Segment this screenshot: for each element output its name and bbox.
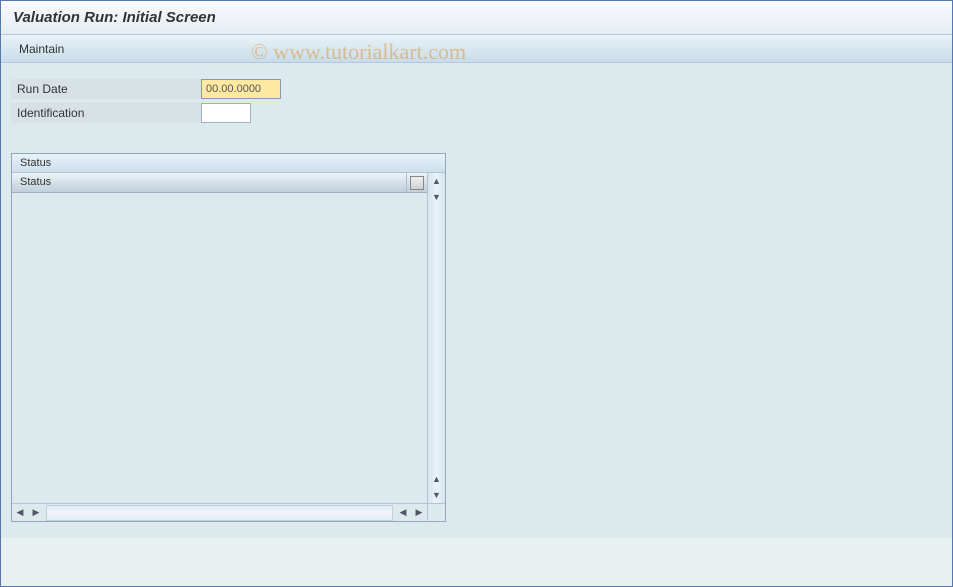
maintain-button[interactable]: Maintain — [13, 40, 70, 58]
vertical-scrollbar[interactable]: ▲ ▼ ▲ ▼ — [427, 173, 445, 503]
title-bar: Valuation Run: Initial Screen — [1, 1, 952, 35]
scroll-right-icon[interactable]: ▶ — [28, 505, 44, 521]
scroll-down-bottom-icon[interactable]: ▼ — [429, 487, 445, 503]
run-date-row: Run Date — [11, 79, 942, 99]
status-panel-body: Status ▲ ▼ ▲ ▼ — [12, 173, 445, 503]
status-column-header[interactable]: Status — [12, 173, 407, 192]
page-title: Valuation Run: Initial Screen — [13, 9, 940, 26]
identification-label: Identification — [11, 103, 201, 123]
application-toolbar: Maintain — [1, 35, 952, 63]
column-header-row: Status — [12, 173, 427, 193]
scroll-up-bottom-icon[interactable]: ▲ — [429, 471, 445, 487]
identification-input[interactable] — [201, 103, 251, 123]
status-panel: Status Status ▲ ▼ ▲ ▼ ◀ ▶ — [11, 153, 446, 522]
identification-row: Identification — [11, 103, 942, 123]
run-date-input[interactable] — [201, 79, 281, 99]
scroll-right-end-icon[interactable]: ▶ — [411, 505, 427, 521]
scroll-down-icon[interactable]: ▼ — [429, 189, 445, 205]
select-all-column[interactable] — [407, 173, 427, 192]
horizontal-scrollbar[interactable]: ◀ ▶ ◀ ▶ — [12, 503, 445, 521]
scroll-left-end-icon[interactable]: ◀ — [395, 505, 411, 521]
scroll-up-icon[interactable]: ▲ — [429, 173, 445, 189]
content-area: Run Date Identification Status Status ▲ … — [1, 63, 952, 538]
hscroll-track[interactable] — [46, 505, 393, 521]
status-panel-title: Status — [12, 154, 445, 173]
status-table-rows — [12, 193, 427, 503]
scroll-left-icon[interactable]: ◀ — [12, 505, 28, 521]
scroll-corner — [427, 504, 445, 522]
select-all-checkbox-icon[interactable] — [410, 176, 424, 190]
status-table: Status — [12, 173, 427, 503]
run-date-label: Run Date — [11, 79, 201, 99]
